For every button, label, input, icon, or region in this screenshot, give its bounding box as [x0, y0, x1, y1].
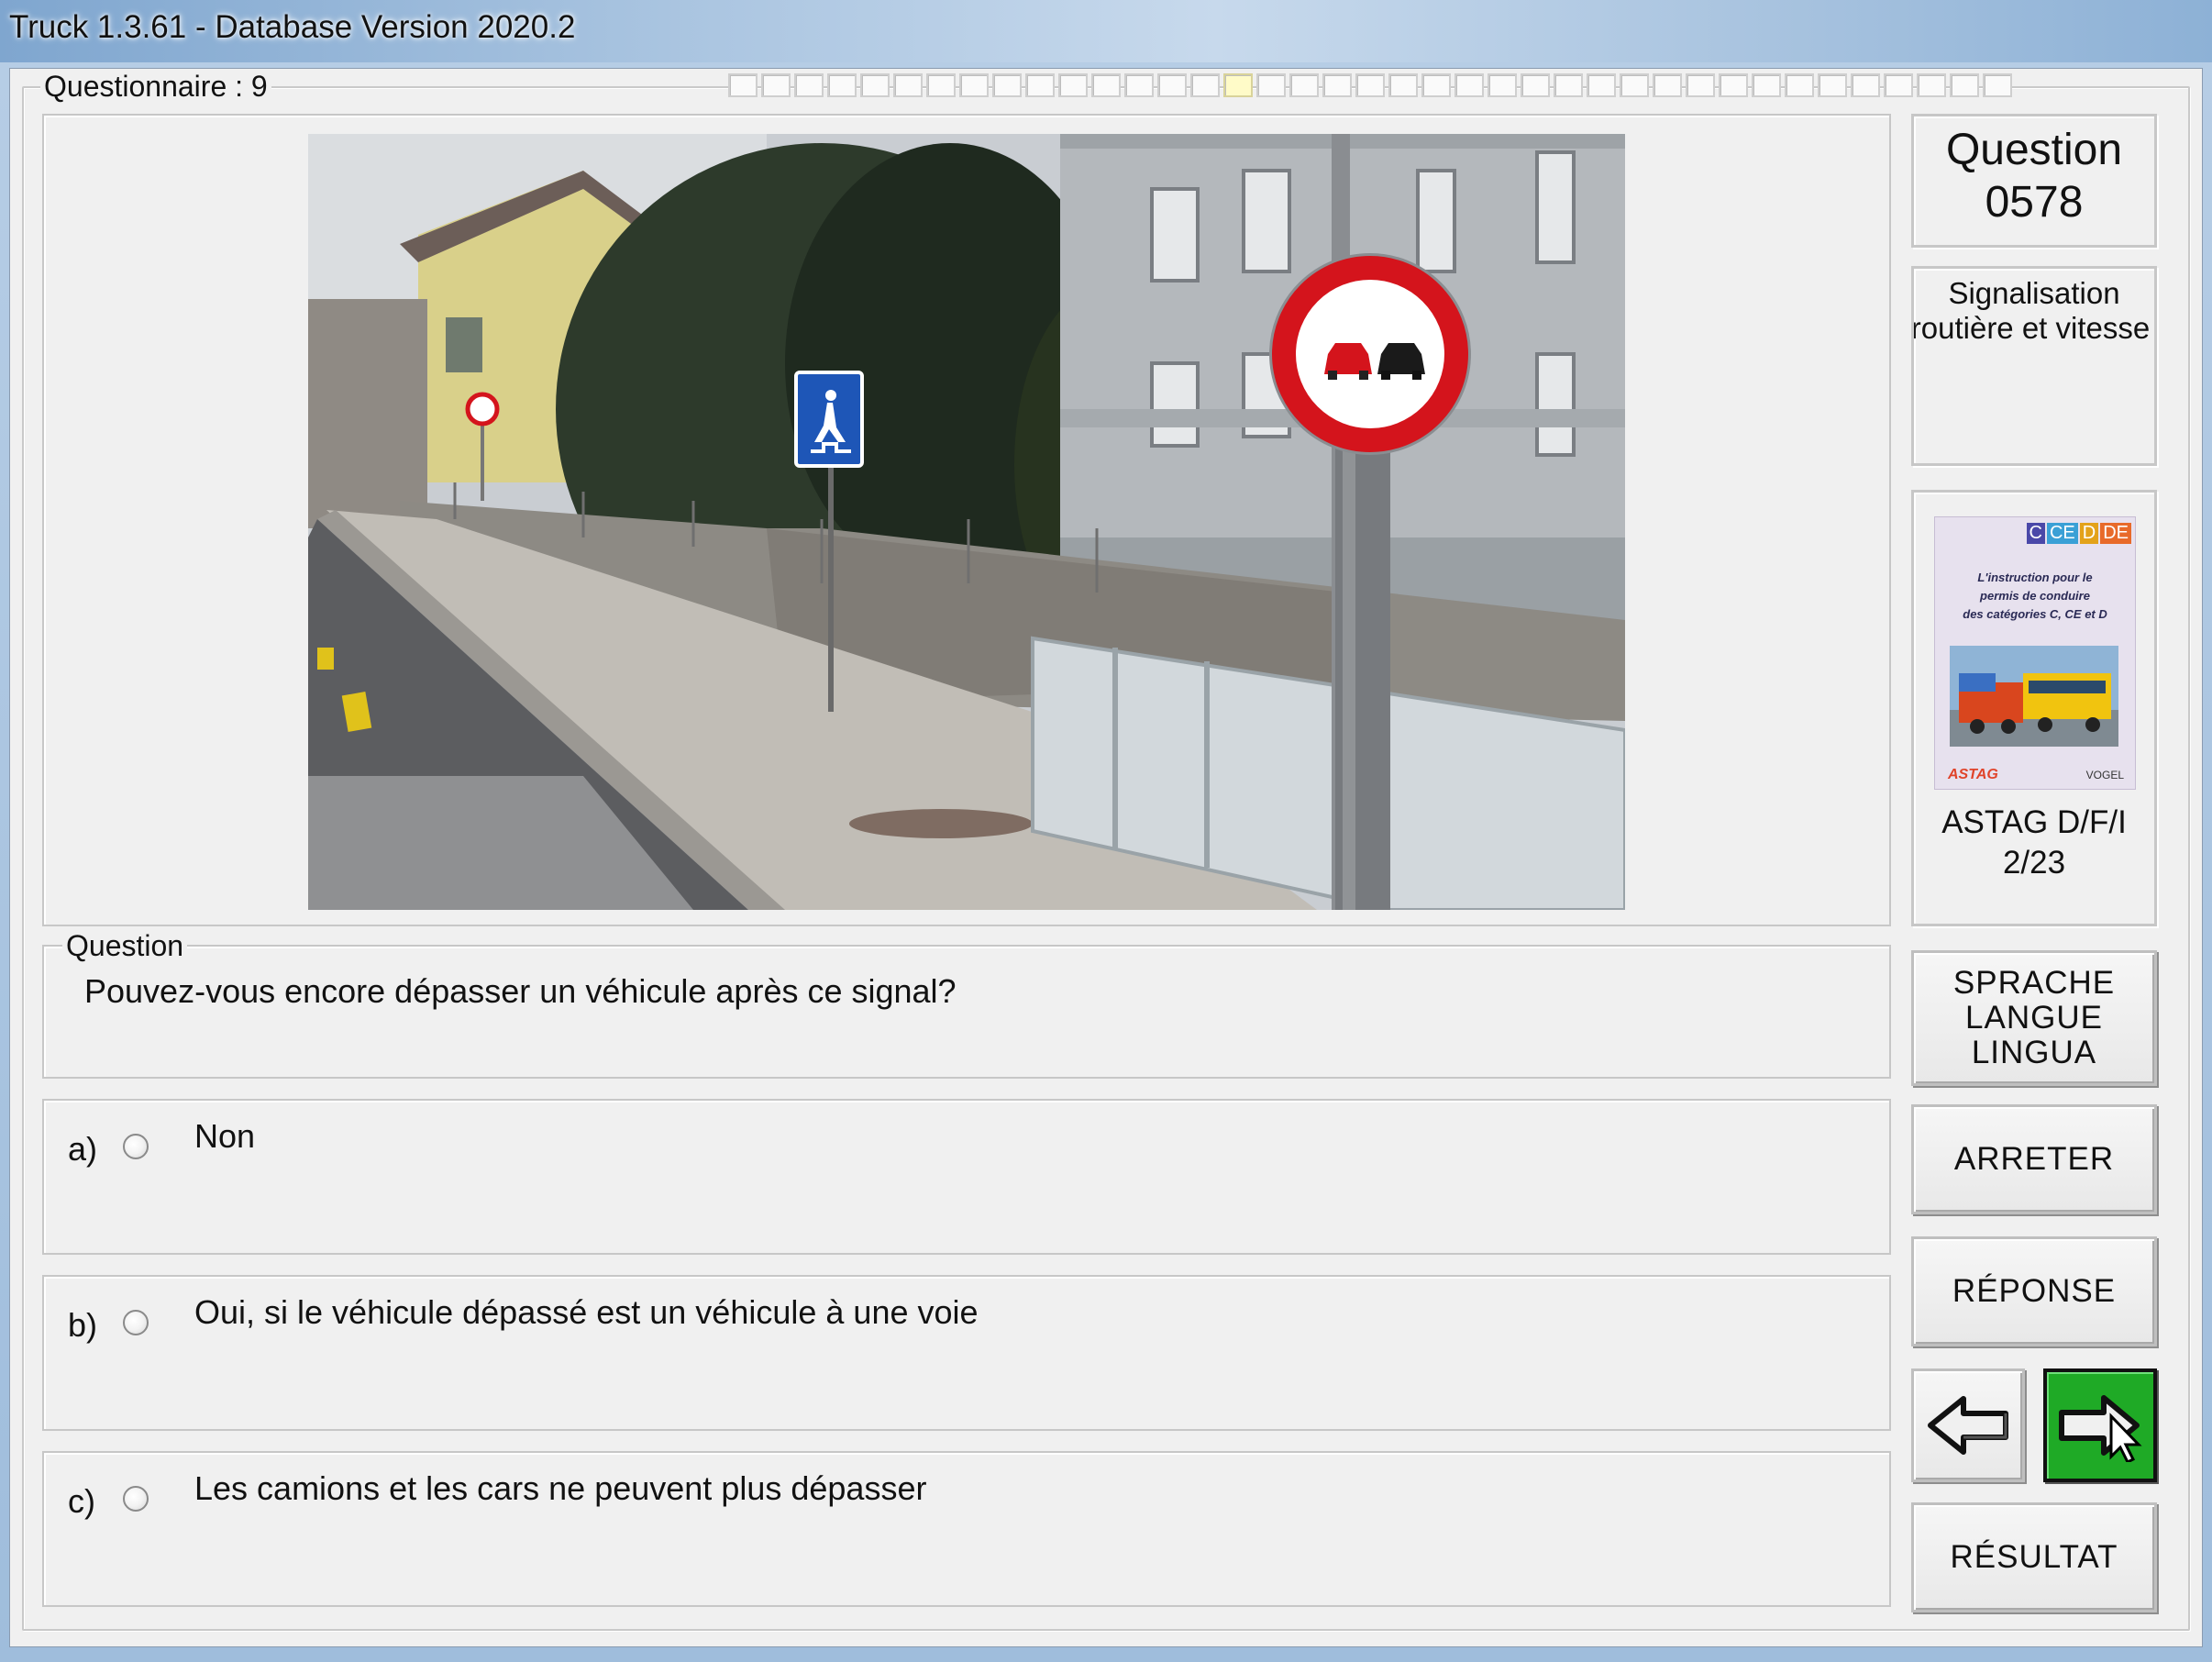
answer-b-radio[interactable] — [123, 1310, 149, 1335]
book-badge-ce: CE — [2046, 523, 2078, 544]
progress-segment — [1917, 73, 1946, 97]
arrow-right-icon — [2059, 1395, 2142, 1462]
answer-b-letter: b) — [68, 1306, 98, 1344]
language-button[interactable]: SPRACHE LANGUE LINGUA — [1911, 950, 2157, 1086]
progress-segment — [926, 73, 956, 97]
answer-c-text[interactable]: Les camions et les cars ne peuvent plus … — [194, 1469, 926, 1508]
progress-segment — [992, 73, 1022, 97]
book-logo-right: VOGEL — [2085, 769, 2124, 781]
progress-segment — [1521, 73, 1550, 97]
result-button[interactable]: RÉSULTAT — [1911, 1502, 2157, 1612]
book-cover-line1: L'instruction pour le — [1977, 571, 2093, 584]
window-title: Truck 1.3.61 - Database Version 2020.2 — [9, 9, 576, 45]
progress-segment — [1190, 73, 1220, 97]
progress-segment — [1620, 73, 1649, 97]
book-cover-trucks-image — [1950, 646, 2118, 747]
progress-segment — [893, 73, 923, 97]
progress-segment — [1785, 73, 1814, 97]
book-logo-left: ASTAG — [1948, 767, 1998, 782]
progress-segment — [827, 73, 857, 97]
progress-segment — [1157, 73, 1187, 97]
progress-segment — [1983, 73, 2012, 97]
progress-segment — [1454, 73, 1484, 97]
progress-segment — [1686, 73, 1715, 97]
answer-a-text[interactable]: Non — [194, 1117, 255, 1156]
progress-segment — [1587, 73, 1616, 97]
progress-segment — [761, 73, 791, 97]
question-number-title: Question — [1945, 126, 2123, 174]
book-source: ASTAG D/F/I — [1941, 804, 2127, 840]
previous-button[interactable] — [1911, 1368, 2025, 1482]
progress-segment — [860, 73, 890, 97]
question-number: 0578 — [1985, 178, 2084, 227]
next-button[interactable] — [2043, 1368, 2157, 1482]
book-cover-line2: permis de conduire — [1980, 589, 2090, 603]
progress-segment — [1752, 73, 1781, 97]
progress-segment — [1818, 73, 1847, 97]
progress-segment — [1950, 73, 1979, 97]
progress-segment — [1653, 73, 1682, 97]
book-badge-d: D — [2079, 523, 2099, 544]
language-button-line2: LANGUE — [1965, 1000, 2103, 1036]
question-photo — [308, 134, 1625, 910]
answer-b-text[interactable]: Oui, si le véhicule dépassé est un véhic… — [194, 1293, 979, 1332]
language-button-line1: SPRACHE — [1952, 965, 2116, 1001]
progress-segment — [1388, 73, 1418, 97]
progress-segment — [1223, 73, 1253, 97]
answer-a-box[interactable] — [42, 1099, 1891, 1255]
answer-button[interactable]: RÉPONSE — [1911, 1236, 2157, 1346]
arrow-left-icon — [1928, 1396, 2008, 1455]
progress-segment — [1289, 73, 1319, 97]
progress-segment — [1322, 73, 1352, 97]
category-line2: routière et vitesse — [1911, 311, 2151, 345]
question-text: Pouvez-vous encore dépasser un véhicule … — [84, 972, 957, 1010]
questionnaire-progress-bar — [728, 73, 2012, 99]
progress-segment — [794, 73, 824, 97]
progress-segment — [1421, 73, 1451, 97]
questionnaire-label: Questionnaire : 9 — [40, 70, 271, 104]
progress-segment — [1256, 73, 1286, 97]
progress-segment — [1851, 73, 1880, 97]
progress-segment — [1554, 73, 1583, 97]
stop-button[interactable]: ARRETER — [1911, 1104, 2157, 1214]
answer-c-letter: c) — [68, 1482, 95, 1520]
book-badge-de: DE — [2100, 523, 2131, 544]
answer-a-letter: a) — [68, 1130, 98, 1168]
window-title-bar[interactable]: Truck 1.3.61 - Database Version 2020.2 — [0, 0, 2212, 62]
answer-c-radio[interactable] — [123, 1486, 149, 1512]
progress-segment — [1355, 73, 1385, 97]
progress-segment — [1091, 73, 1121, 97]
book-cover: C CE D DE L'instruction pour le permis d… — [1934, 516, 2136, 790]
book-badges: C CE D DE — [2026, 523, 2131, 544]
road-scene-illustration — [308, 134, 1625, 910]
question-box — [42, 945, 1891, 1079]
book-badge-c: C — [2026, 523, 2045, 544]
book-cover-line3: des catégories C, CE et D — [1963, 607, 2107, 621]
book-page: 2/23 — [2002, 845, 2066, 881]
question-number-box: Question 0578 — [1911, 114, 2157, 248]
progress-segment — [1884, 73, 1913, 97]
category-line1: Signalisation — [1948, 276, 2120, 310]
progress-segment — [728, 73, 758, 97]
progress-segment — [959, 73, 989, 97]
progress-segment — [1124, 73, 1154, 97]
category-box: Signalisation routière et vitesse — [1911, 266, 2157, 466]
progress-segment — [1025, 73, 1055, 97]
language-button-line3: LINGUA — [1971, 1035, 2097, 1070]
progress-segment — [1719, 73, 1748, 97]
progress-segment — [1058, 73, 1088, 97]
book-cover-text: L'instruction pour le permis de conduire… — [1935, 569, 2135, 624]
progress-segment — [1488, 73, 1517, 97]
book-box: C CE D DE L'instruction pour le permis d… — [1911, 490, 2157, 926]
answer-a-radio[interactable] — [123, 1134, 149, 1159]
question-box-label: Question — [62, 929, 188, 963]
